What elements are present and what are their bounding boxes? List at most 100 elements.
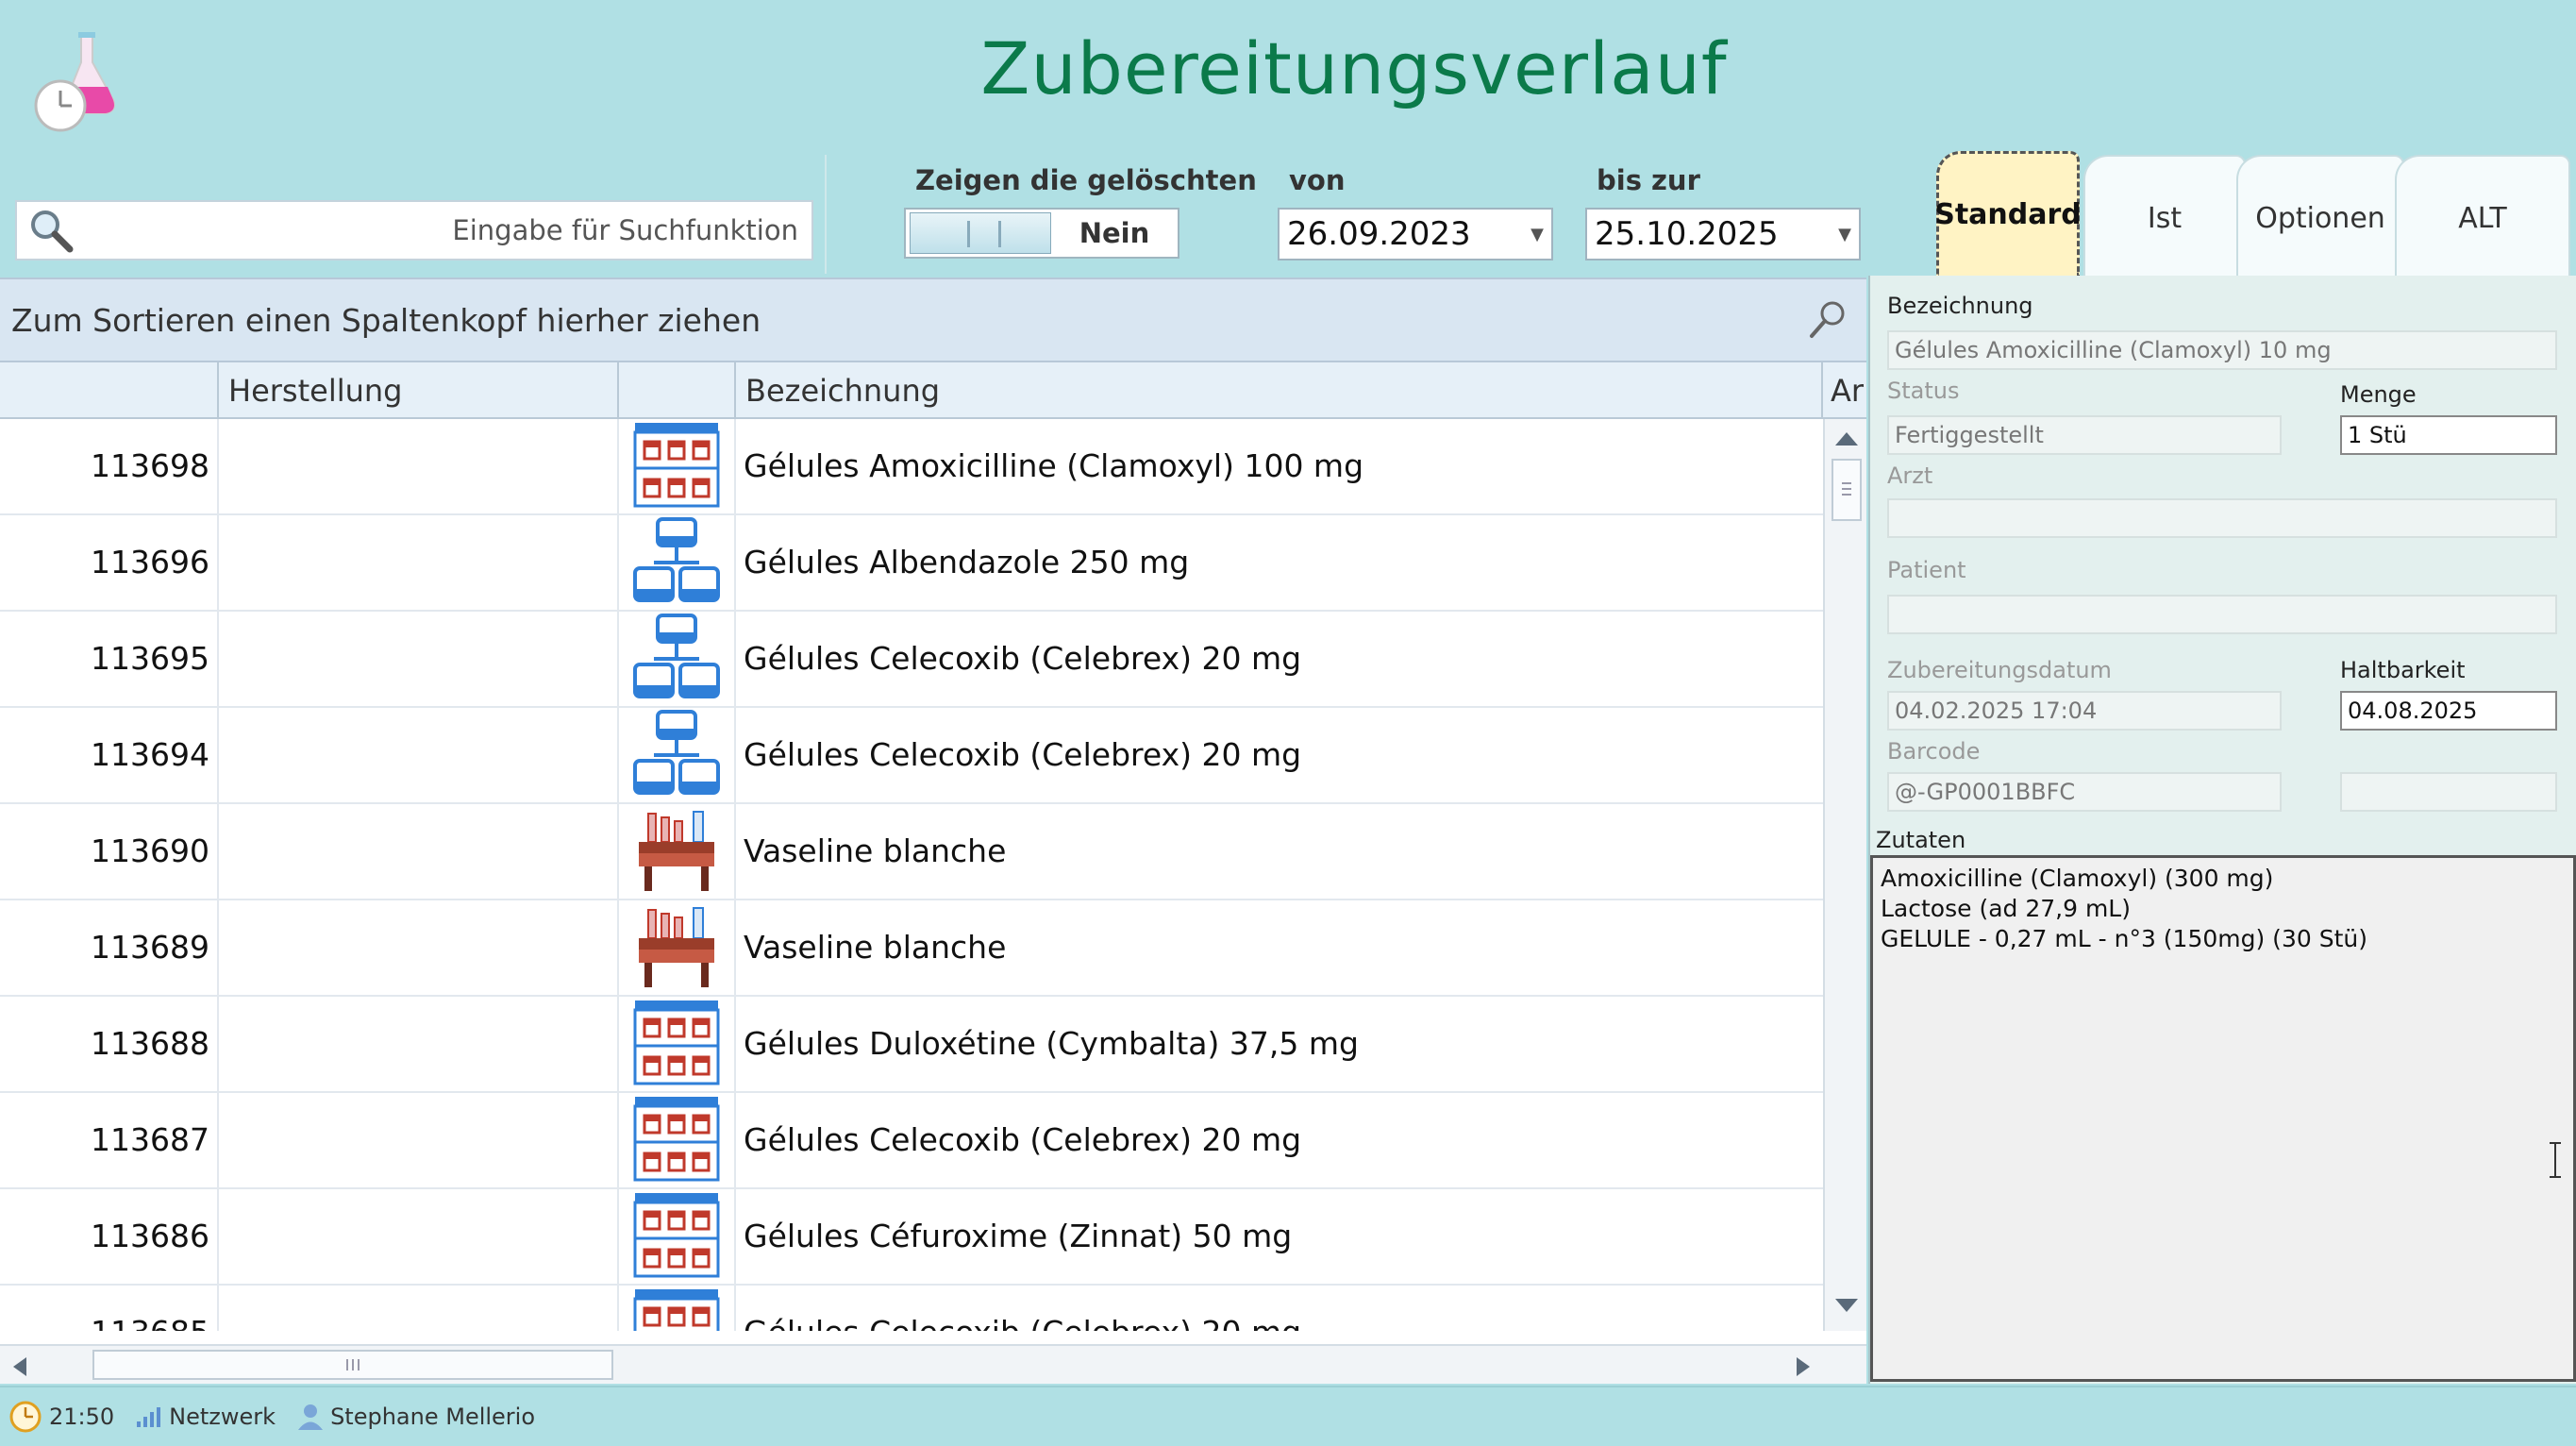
capsule-tray-icon (631, 1093, 722, 1187)
zutaten-textarea[interactable]: Amoxicilline (Clamoxyl) (300 mg) Lactose… (1870, 855, 2576, 1382)
search-icon (23, 202, 79, 259)
horizontal-scroll-thumb[interactable] (92, 1350, 613, 1380)
date-to-value: 25.10.2025 (1595, 215, 1779, 253)
column-header-ar[interactable]: Ar (1823, 362, 1866, 419)
user-icon (298, 1404, 324, 1430)
cell-icon (619, 708, 736, 802)
status-time: 21:50 (8, 1399, 114, 1435)
cell-bezeichnung: Gélules Céfuroxime (Zinnat) 50 mg (744, 1218, 1293, 1254)
page-title: Zubereitungsverlauf (980, 26, 1728, 110)
capsule-tray-icon (631, 419, 722, 513)
scroll-right-icon[interactable] (1797, 1357, 1810, 1376)
table-row[interactable]: 113688 Gélules Duloxétine (Cymbalta) 37,5… (0, 997, 1823, 1093)
cell-icon (619, 900, 736, 995)
menge-field[interactable]: 1 Stü (2340, 415, 2557, 455)
extra-field[interactable] (2340, 772, 2557, 812)
table-row[interactable]: 113694 Gélules Celecoxib (Celebrex) 20 mg (0, 708, 1823, 804)
scroll-down-icon[interactable] (1835, 1299, 1858, 1312)
vertical-scrollbar[interactable] (1823, 419, 1866, 1331)
tab-label: Standard (1934, 198, 2082, 231)
toggle-knob[interactable] (910, 212, 1051, 254)
zubereitungsdatum-field[interactable]: 04.02.2025 17:04 (1887, 691, 2282, 731)
barcode-label: Barcode (1887, 738, 1981, 765)
scroll-left-icon[interactable] (13, 1357, 26, 1376)
haltbarkeit-field[interactable]: 04.08.2025 (2340, 691, 2557, 731)
cell-herstellung (219, 1189, 619, 1284)
cell-herstellung (219, 708, 619, 802)
table-row[interactable]: 113696 Gélules Albendazole 250 mg (0, 515, 1823, 612)
capsule-tray-icon (631, 1189, 722, 1284)
table-row[interactable]: 113685 Gélules Celecoxib (Celebrex) 20 mg (0, 1286, 1823, 1331)
status-label: Status (1887, 378, 1960, 404)
cell-herstellung (219, 1093, 619, 1187)
cell-herstellung (219, 900, 619, 995)
group-by-panel[interactable]: Zum Sortieren einen Spaltenkopf hierher … (0, 277, 1866, 362)
cell-herstellung (219, 612, 619, 706)
toolbar-separator (825, 155, 827, 274)
tab-ist[interactable]: Ist (2083, 155, 2246, 279)
capsule-tray-icon (631, 1286, 722, 1331)
detail-panel: Bezeichnung Gélules Amoxicilline (Clamox… (1868, 276, 2576, 1384)
column-header-bezeichnung[interactable]: Bezeichnung (736, 362, 1823, 419)
tab-label: Ist (2147, 201, 2183, 235)
column-header-herstellung[interactable]: Herstellung (219, 362, 619, 419)
table-row[interactable]: 113690 Vaseline blanche (0, 804, 1823, 900)
cell-herstellung (219, 804, 619, 899)
network-boxes-icon (631, 515, 722, 610)
scroll-up-icon[interactable] (1835, 432, 1858, 446)
status-network-text: Netzwerk (169, 1404, 276, 1430)
date-from-picker[interactable]: 26.09.2023 ▼ (1278, 208, 1553, 261)
grid-header: Herstellung Bezeichnung Ar (0, 362, 1866, 419)
show-deleted-toggle[interactable]: Nein (904, 208, 1179, 259)
status-user-text: Stephane Mellerio (330, 1404, 536, 1430)
cell-id: 113698 (0, 419, 219, 513)
zutaten-line: GELULE - 0,27 mL - n°3 (150mg) (30 Stü) (1881, 925, 2367, 952)
date-to-picker[interactable]: 25.10.2025 ▼ (1585, 208, 1861, 261)
tab-optionen[interactable]: Optionen (2236, 155, 2404, 279)
haltbarkeit-label: Haltbarkeit (2340, 657, 2466, 683)
cell-bezeichnung: Gélules Celecoxib (Celebrex) 20 mg (744, 1121, 1302, 1158)
grid-body: 113698 Gélules Amoxicilline (Clamoxyl) 10… (0, 419, 1823, 1331)
chevron-down-icon[interactable]: ▼ (1523, 225, 1551, 244)
arzt-field[interactable] (1887, 498, 2557, 538)
group-by-hint: Zum Sortieren einen Spaltenkopf hierher … (11, 301, 761, 339)
cell-bezeichnung: Vaseline blanche (744, 832, 1007, 869)
column-header-icon[interactable] (619, 362, 736, 419)
clock-icon (9, 1401, 42, 1433)
patient-field[interactable] (1887, 595, 2557, 634)
show-deleted-label: Zeigen die gelöschten (915, 164, 1257, 196)
status-field[interactable]: Fertiggestellt (1887, 415, 2282, 455)
zutaten-line: Amoxicilline (Clamoxyl) (300 mg) (1881, 865, 2274, 892)
cell-herstellung (219, 997, 619, 1091)
cell-id: 113690 (0, 804, 219, 899)
tab-standard[interactable]: Standard (1934, 151, 2082, 276)
cell-bezeichnung: Vaseline blanche (744, 929, 1007, 966)
cell-bezeichnung: Gélules Amoxicilline (Clamoxyl) 100 mg (744, 447, 1364, 484)
data-grid: Herstellung Bezeichnung Ar 113698 Gélules… (0, 362, 1866, 1346)
table-row[interactable]: 113686 Gélules Céfuroxime (Zinnat) 50 mg (0, 1189, 1823, 1286)
date-from-value: 26.09.2023 (1287, 215, 1471, 253)
cell-icon (619, 419, 736, 513)
horizontal-scrollbar[interactable] (0, 1344, 1866, 1384)
table-row[interactable]: 113687 Gélules Celecoxib (Celebrex) 20 mg (0, 1093, 1823, 1189)
chevron-down-icon[interactable]: ▼ (1831, 225, 1859, 244)
table-row[interactable]: 113695 Gélules Celecoxib (Celebrex) 20 mg (0, 612, 1823, 708)
search-icon[interactable] (1804, 296, 1851, 344)
cell-bezeichnung: Gélules Albendazole 250 mg (744, 544, 1190, 580)
cell-icon (619, 1093, 736, 1187)
search-input[interactable] (79, 202, 811, 259)
network-boxes-icon (631, 612, 722, 706)
column-header-id[interactable] (0, 362, 219, 419)
table-row[interactable]: 113698 Gélules Amoxicilline (Clamoxyl) 10… (0, 419, 1823, 515)
cell-bezeichnung: Gélules Celecoxib (Celebrex) 20 mg (736, 1286, 1823, 1331)
tab-alt[interactable]: ALT (2395, 155, 2570, 279)
bezeichnung-label: Bezeichnung (1887, 293, 2033, 319)
date-from-label: von (1289, 164, 1346, 196)
table-row[interactable]: 113689 Vaseline blanche (0, 900, 1823, 997)
vertical-scroll-thumb[interactable] (1832, 459, 1862, 521)
cell-icon (619, 1189, 736, 1284)
search-box[interactable] (15, 200, 813, 261)
cell-icon (619, 612, 736, 706)
bezeichnung-field[interactable]: Gélules Amoxicilline (Clamoxyl) 10 mg (1887, 330, 2557, 370)
barcode-field[interactable]: @-GP0001BBFC (1887, 772, 2282, 812)
